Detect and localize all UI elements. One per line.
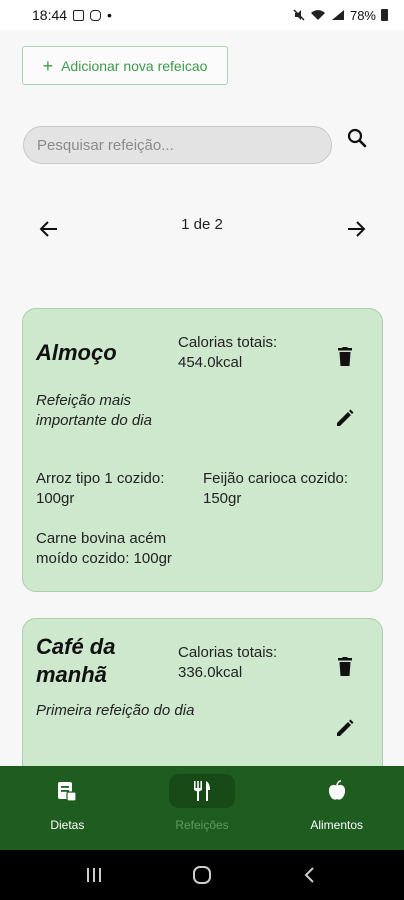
trash-icon: [338, 657, 352, 676]
calories-value: 454.0kcal: [178, 354, 243, 371]
wifi-icon: [310, 10, 325, 20]
delete-meal-button[interactable]: [332, 344, 358, 370]
search-button[interactable]: [342, 126, 372, 150]
search-icon: [347, 128, 367, 148]
add-meal-label: Adicionar nova refeicao: [61, 57, 208, 74]
status-right: 78%: [293, 8, 388, 23]
bottom-navigation: Dietas Refeições Alimentos: [0, 766, 404, 850]
pencil-icon: [337, 719, 354, 736]
dot-icon: •: [107, 7, 112, 23]
nav-pill: [34, 774, 100, 808]
nav-label: Refeições: [175, 818, 229, 832]
home-button[interactable]: [187, 860, 217, 890]
fork-knife-icon: [194, 781, 210, 801]
diet-list-icon: [58, 782, 77, 802]
calories-value: 336.0kcal: [178, 664, 243, 681]
status-left: 18:44 •: [32, 7, 112, 23]
plus-icon: +: [42, 55, 54, 76]
mute-icon: [293, 9, 305, 21]
battery-icon: [381, 9, 388, 21]
battery-percent: 78%: [349, 7, 376, 23]
signal-icon: [331, 10, 344, 20]
calories-label: Calorias totais:: [178, 644, 278, 661]
nav-pill-active: [169, 774, 235, 808]
instagram-notification-icon: [90, 9, 102, 21]
edit-meal-button[interactable]: [332, 715, 358, 741]
food-item: Feijão carioca cozido: 150gr: [203, 470, 349, 507]
edit-meal-button[interactable]: [332, 405, 358, 431]
meal-title: Café da manhã: [36, 634, 116, 687]
gallery-notification-icon: [73, 9, 85, 21]
meal-description: Refeição mais importante do dia: [36, 392, 152, 429]
pencil-icon: [337, 409, 354, 426]
nav-item-refeicoes[interactable]: Refeições: [135, 766, 270, 850]
arrow-right-icon: [348, 221, 366, 237]
back-button[interactable]: [295, 860, 325, 890]
search-input[interactable]: [23, 126, 332, 164]
delete-meal-button[interactable]: [332, 654, 358, 680]
back-icon: [304, 867, 314, 883]
trash-icon: [338, 347, 352, 366]
apple-icon: [328, 780, 345, 800]
calories-label: Calorias totais:: [178, 334, 278, 351]
status-time: 18:44: [32, 7, 68, 23]
nav-label: Dietas: [50, 818, 85, 832]
recent-apps-button[interactable]: [79, 860, 109, 890]
food-item: Carne bovina acém moído cozido: 100gr: [36, 530, 172, 567]
home-icon: [193, 866, 211, 884]
meal-card: Almoço Calorias totais: 454.0kcal Refeiç…: [22, 308, 383, 592]
recent-apps-icon: [87, 868, 101, 882]
nav-item-alimentos[interactable]: Alimentos: [269, 766, 404, 850]
meal-title: Almoço: [36, 340, 117, 365]
meal-description: Primeira refeição do dia: [36, 702, 195, 719]
food-item: Arroz tipo 1 cozido: 100gr: [36, 470, 165, 507]
status-bar: 18:44 • 78%: [0, 0, 404, 30]
nav-label: Alimentos: [310, 818, 364, 832]
add-meal-button[interactable]: + Adicionar nova refeicao: [22, 46, 228, 85]
next-page-button[interactable]: [343, 216, 369, 242]
system-navigation-bar: [0, 850, 404, 900]
nav-item-dietas[interactable]: Dietas: [0, 766, 135, 850]
nav-pill: [304, 774, 370, 808]
